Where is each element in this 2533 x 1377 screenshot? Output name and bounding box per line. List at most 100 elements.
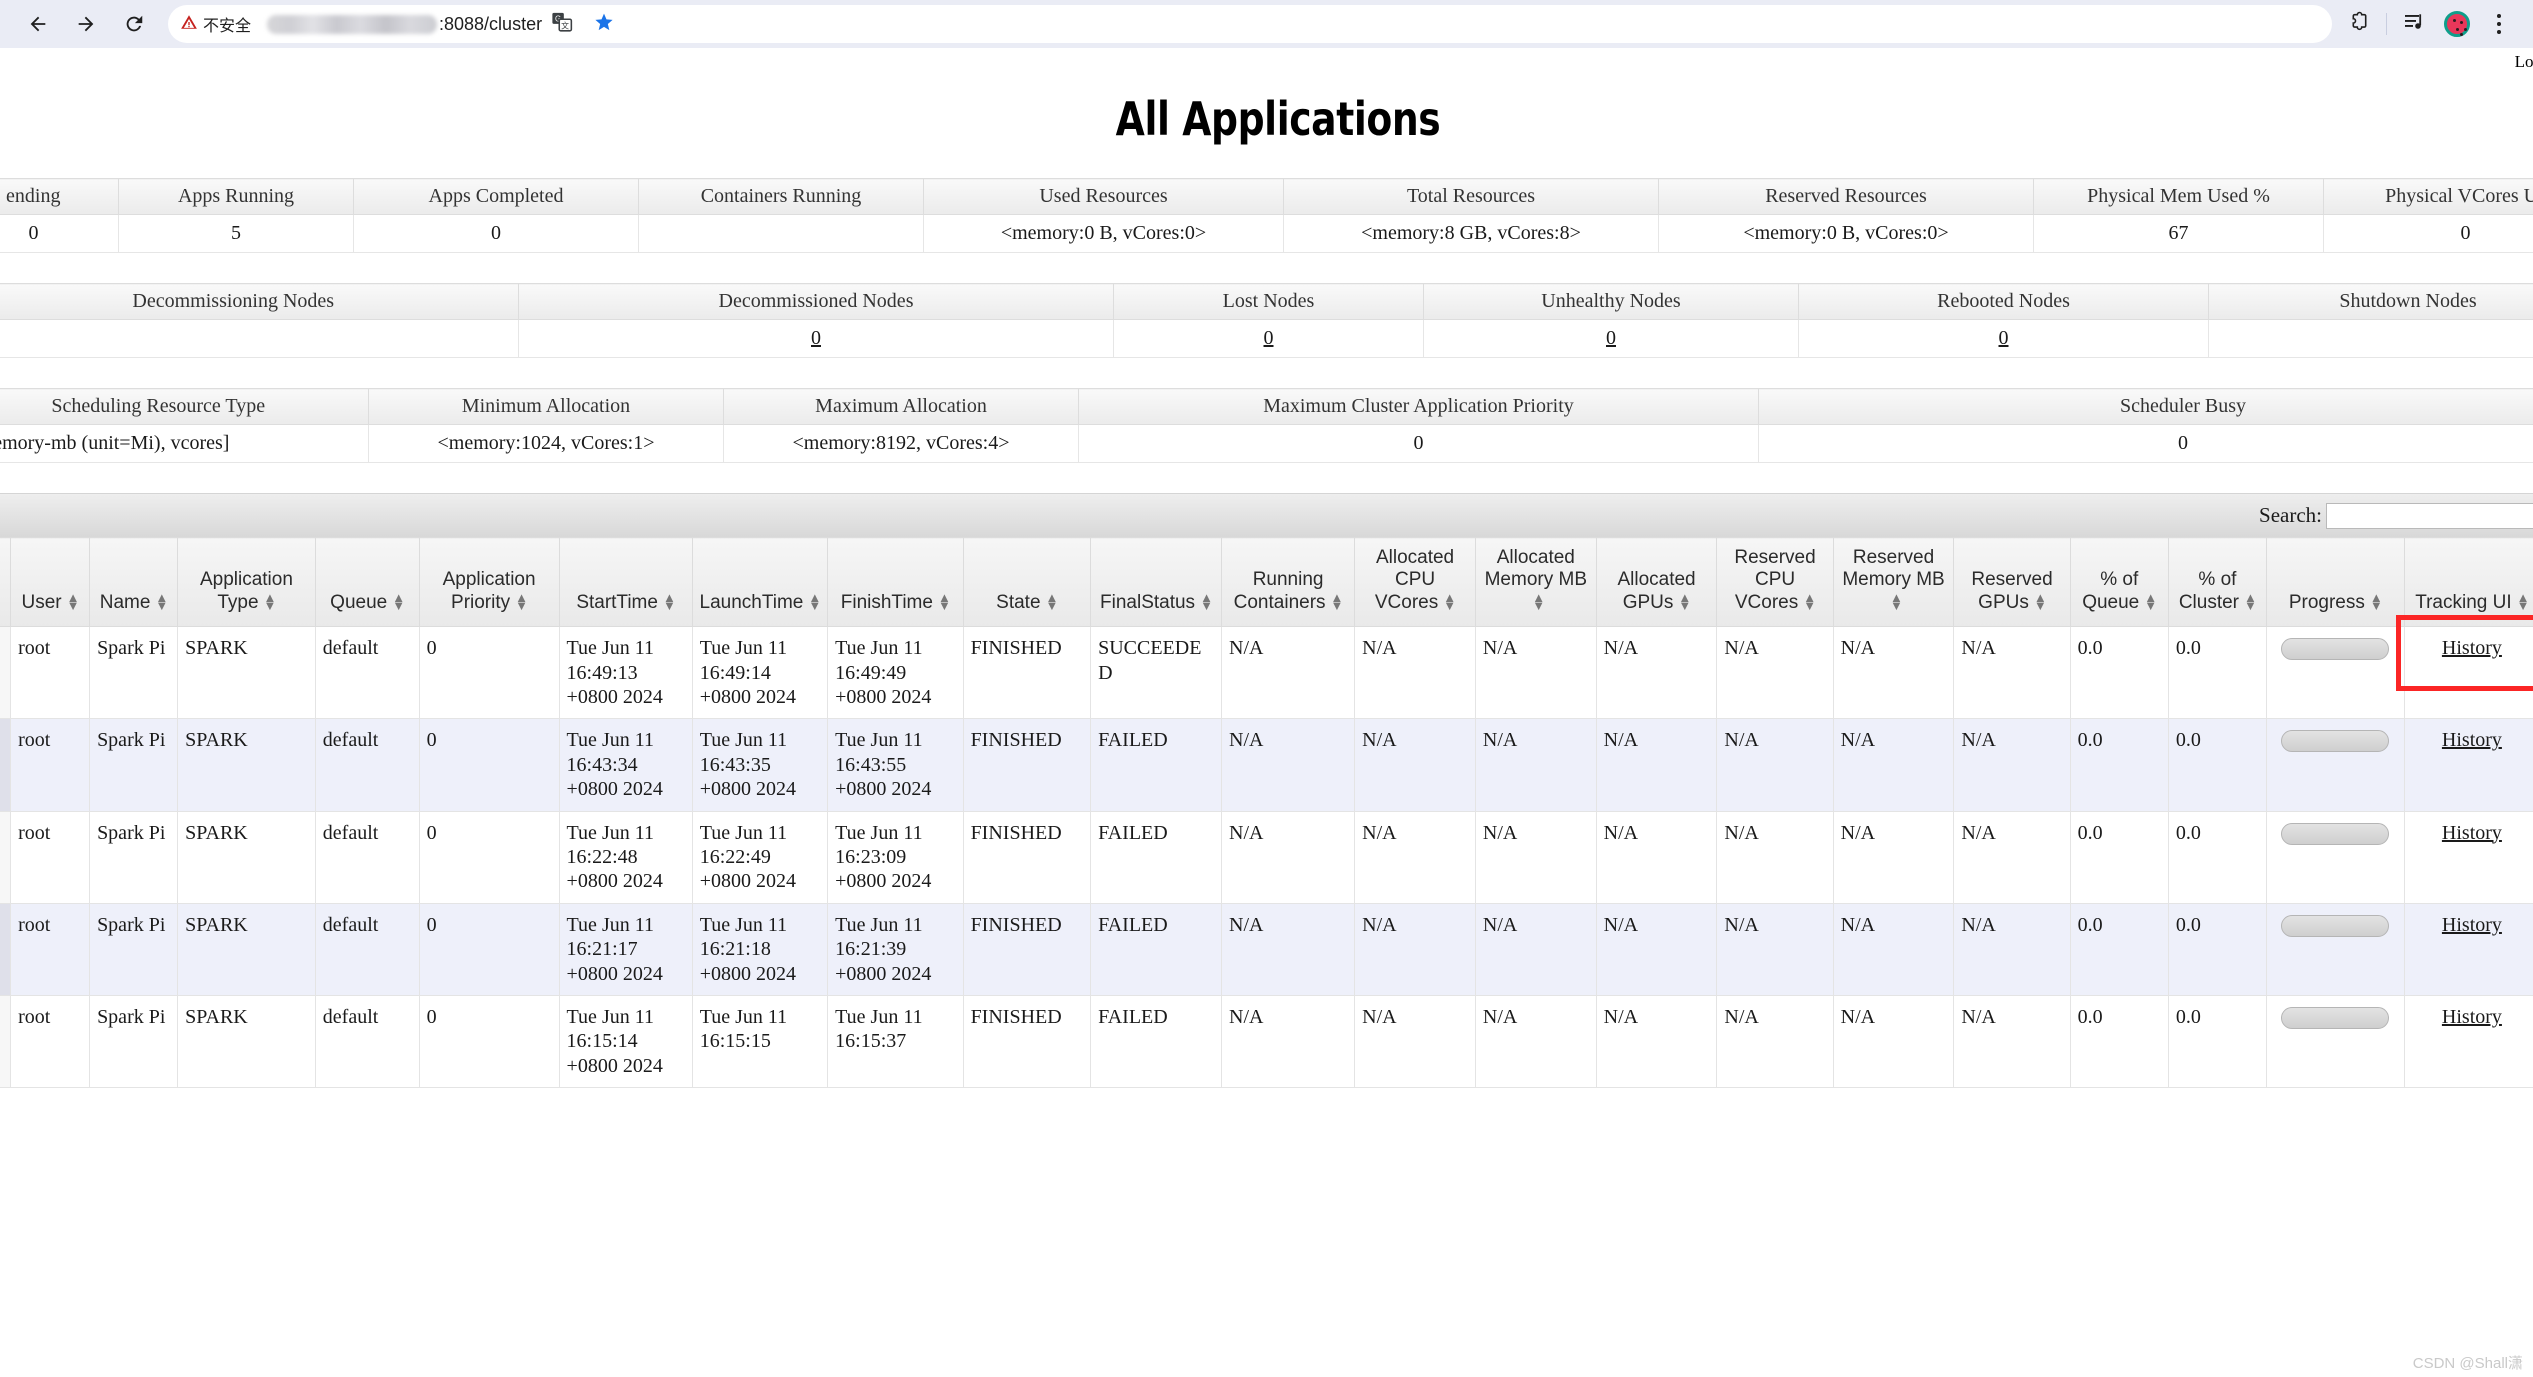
url-display[interactable]: :8088/cluster — [267, 14, 542, 35]
back-button[interactable] — [14, 0, 62, 48]
watermelon-avatar-icon — [2444, 11, 2470, 37]
col-lost-nodes: Lost Nodes — [1113, 283, 1424, 320]
tracking-ui-history-link[interactable]: History — [2442, 822, 2502, 844]
site-security-chip[interactable]: 不安全 — [172, 9, 261, 39]
cell-reserved-memory-mb: N/A — [1832, 903, 1955, 996]
col-pct-of-cluster-label: % of Cluster — [2178, 569, 2240, 613]
reload-button[interactable] — [110, 0, 158, 48]
cell-running-containers: N/A — [1220, 626, 1356, 720]
cell-app-id: 3 — [0, 811, 12, 904]
cell-pct-of-cluster: 0.0 — [2167, 903, 2268, 996]
col-finish-time[interactable]: FinishTime ▲ ▼ — [827, 536, 964, 628]
cell-reserved-cpu-vcores: N/A — [1716, 903, 1834, 996]
page-content: Logged in All Applications ending Apps R… — [0, 48, 2533, 1089]
col-start-time[interactable]: StartTime ▲ ▼ — [558, 536, 693, 628]
table-row: 1rootSpark PiSPARKdefault0Tue Jun 11 16:… — [0, 995, 2533, 1089]
cell-application-type: SPARK — [177, 718, 316, 812]
decommissioned-nodes-link[interactable]: 0 — [811, 327, 821, 349]
cell-application-type: SPARK — [177, 903, 316, 996]
col-allocated-cpu-vcores[interactable]: Allocated CPU VCores ▲ ▼ — [1354, 536, 1476, 628]
translate-button[interactable]: G 文 — [542, 4, 582, 44]
cell-finish-time: Tue Jun 11 16:15:37 — [827, 995, 964, 1089]
lost-nodes-link[interactable]: 0 — [1264, 327, 1274, 349]
sort-icon: ▲ ▼ — [662, 589, 676, 613]
media-control-button[interactable] — [2395, 4, 2435, 44]
tracking-ui-history-link[interactable]: History — [2442, 637, 2502, 659]
cell-reserved-gpus: N/A — [1953, 995, 2071, 1089]
col-decommissioning-nodes: Decommissioning Nodes — [0, 283, 519, 320]
sort-icon: ▲ ▼ — [1330, 589, 1344, 613]
scheduler-metrics-value-row: [memory-mb (unit=Mi), vcores] <memory:10… — [0, 424, 2533, 463]
col-app-id[interactable] — [0, 536, 12, 628]
col-maximum-allocation: Maximum Allocation — [723, 388, 1079, 425]
media-playlist-icon — [2403, 10, 2427, 39]
cell-queue: default — [314, 995, 420, 1089]
url-text: :8088/cluster — [439, 13, 543, 34]
omnibox-actions: G 文 — [542, 4, 624, 44]
cell-application-type: SPARK — [177, 811, 316, 904]
col-progress[interactable]: Progress ▲ ▼ — [2266, 536, 2405, 628]
col-reserved-cpu-vcores[interactable]: Reserved CPU VCores ▲ ▼ — [1716, 536, 1834, 628]
col-reserved-gpus[interactable]: Reserved GPUs ▲ ▼ — [1953, 536, 2071, 628]
cell-application-priority: 0 — [418, 995, 560, 1089]
sort-icon: ▲ ▼ — [1890, 589, 1903, 613]
col-pct-of-queue[interactable]: % of Queue ▲ ▼ — [2069, 536, 2169, 628]
cell-user: root — [10, 811, 91, 904]
col-total-resources: Total Resources — [1283, 178, 1659, 215]
cell-reserved-cpu-vcores: N/A — [1716, 995, 1834, 1089]
sort-icon: ▲ ▼ — [263, 589, 277, 613]
cell-app-id: 4 — [0, 718, 12, 812]
url-redacted-host — [267, 14, 438, 34]
col-allocated-memory-mb-label: Allocated Memory MB — [1484, 547, 1587, 591]
applications-header-row: User ▲ ▼ Name ▲ ▼ Application Type ▲ ▼ Queue ▲ ▼… — [0, 536, 2533, 628]
sort-icon: ▲ ▼ — [1200, 589, 1213, 613]
col-finish-time-label: FinishTime — [840, 591, 933, 613]
col-running-containers[interactable]: Running Containers ▲ ▼ — [1220, 536, 1356, 628]
extensions-button[interactable] — [2338, 4, 2378, 44]
profile-button[interactable] — [2437, 4, 2477, 44]
cell-allocated-memory-mb: N/A — [1474, 718, 1597, 812]
val-unhealthy-nodes: 0 — [1423, 319, 1799, 358]
col-allocated-gpus[interactable]: Allocated GPUs ▲ ▼ — [1595, 536, 1718, 628]
translate-icon: G 文 — [551, 11, 573, 38]
tracking-ui-history-link[interactable]: History — [2442, 914, 2502, 936]
col-final-status[interactable]: FinalStatus ▲ ▼ — [1090, 536, 1222, 628]
cell-launch-time: Tue Jun 11 16:22:49 +0800 2024 — [691, 811, 829, 904]
col-launch-time[interactable]: LaunchTime ▲ ▼ — [691, 536, 829, 628]
cell-user: root — [10, 626, 91, 720]
node-metrics-header-row: Decommissioning Nodes Decommissioned Nod… — [0, 283, 2533, 320]
search-input[interactable] — [2326, 502, 2533, 529]
col-user[interactable]: User ▲ ▼ — [10, 536, 91, 628]
col-launch-time-label: LaunchTime — [699, 591, 804, 613]
col-state[interactable]: State ▲ ▼ — [962, 536, 1092, 628]
sort-icon: ▲ ▼ — [2369, 589, 2383, 613]
col-application-type[interactable]: Application Type ▲ ▼ — [177, 536, 316, 628]
cell-state: FINISHED — [962, 718, 1092, 812]
tracking-ui-history-link[interactable]: History — [2442, 1006, 2502, 1028]
cell-user: root — [10, 903, 91, 996]
chrome-menu-button[interactable] — [2479, 4, 2519, 44]
col-physical-mem-used: Physical Mem Used % — [2033, 178, 2324, 215]
col-queue[interactable]: Queue ▲ ▼ — [314, 536, 420, 628]
col-reserved-memory-mb[interactable]: Reserved Memory MB ▲ ▼ — [1832, 536, 1955, 628]
cell-allocated-gpus: N/A — [1595, 811, 1718, 904]
forward-button[interactable] — [62, 0, 110, 48]
cell-allocated-gpus: N/A — [1595, 626, 1718, 720]
cell-pct-of-queue: 0.0 — [2069, 626, 2169, 720]
unhealthy-nodes-link[interactable]: 0 — [1606, 327, 1616, 349]
cell-allocated-memory-mb: N/A — [1474, 903, 1597, 996]
rebooted-nodes-link[interactable]: 0 — [1999, 327, 2009, 349]
col-application-priority[interactable]: Application Priority ▲ ▼ — [418, 536, 560, 628]
col-pct-of-cluster[interactable]: % of Cluster ▲ ▼ — [2167, 536, 2268, 628]
col-name[interactable]: Name ▲ ▼ — [89, 536, 179, 628]
cell-application-priority: 0 — [418, 811, 560, 904]
address-bar[interactable]: 不安全 :8088/cluster G 文 — [168, 5, 2332, 43]
col-allocated-memory-mb[interactable]: Allocated Memory MB ▲ ▼ — [1474, 536, 1597, 628]
tracking-ui-history-link[interactable]: History — [2442, 729, 2502, 751]
sort-icon: ▲ ▼ — [1532, 589, 1546, 613]
col-max-cluster-app-priority: Maximum Cluster Application Priority — [1078, 388, 1759, 425]
col-tracking-ui[interactable]: Tracking UI ▲ ▼ — [2403, 536, 2533, 628]
bookmark-button[interactable] — [584, 4, 624, 44]
val-scheduler-busy: 0 — [1758, 424, 2533, 463]
val-physical-mem-used: 67 — [2033, 214, 2324, 253]
